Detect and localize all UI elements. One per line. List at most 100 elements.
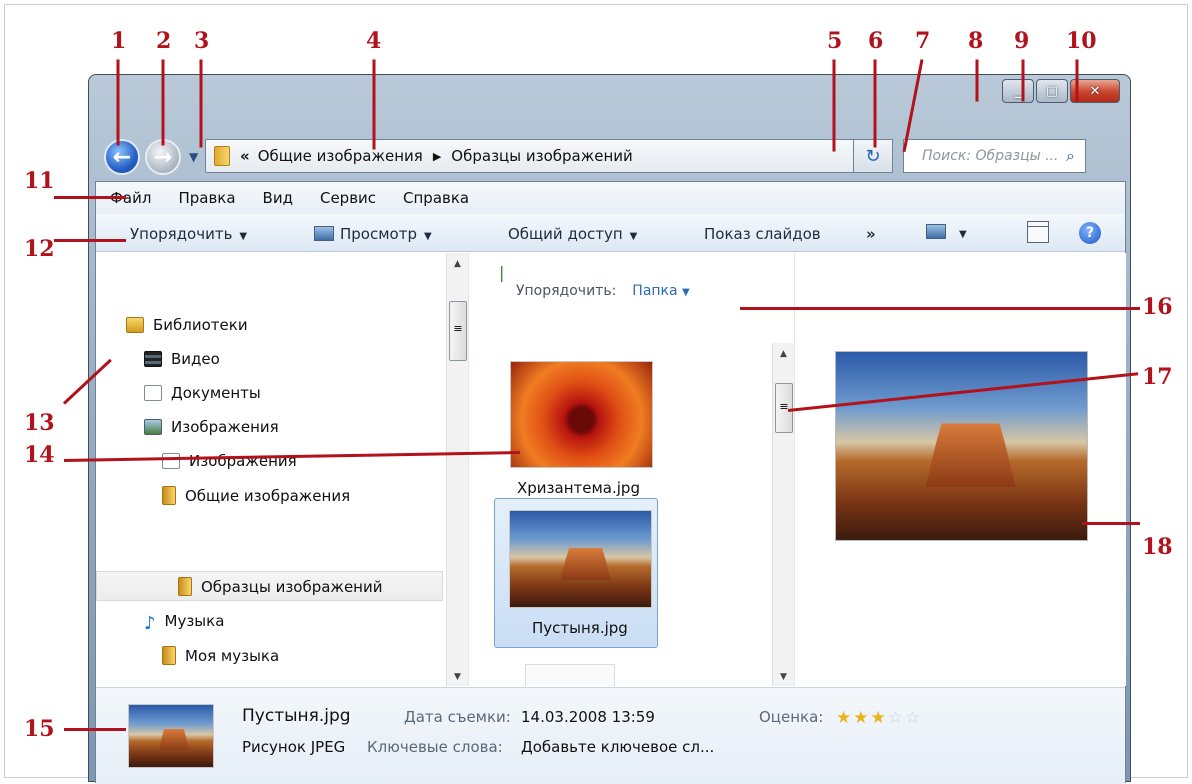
arrange-label: Упорядочить: <box>516 283 617 299</box>
search-icon[interactable]: ⌕ <box>1066 146 1075 166</box>
chevron-down-icon: ▼ <box>959 229 967 240</box>
callout-14: 14 <box>24 442 55 468</box>
menu-view[interactable]: Вид <box>263 189 293 207</box>
details-file-type: Рисунок JPEG <box>242 738 346 756</box>
pointer-line-12 <box>54 239 126 242</box>
tree-item-label: Образцы изображений <box>201 577 383 596</box>
tree-item-libraries[interactable]: Библиотеки <box>126 316 248 334</box>
file-name-chrysanthemum[interactable]: Хризантема.jpg <box>517 479 640 497</box>
arrange-by-dropdown[interactable]: Папка ▼ <box>632 283 689 299</box>
pictures-icon <box>144 419 162 435</box>
forward-arrow-icon: → <box>153 144 173 170</box>
callout-13: 13 <box>24 410 55 436</box>
breadcrumb-separator-icon[interactable]: ▶ <box>433 150 441 163</box>
star-icon[interactable]: ☆ <box>905 708 922 728</box>
pointer-line-3 <box>199 59 203 148</box>
views-icon <box>926 224 946 239</box>
music-icon: ♪ <box>144 613 156 634</box>
callout-5: 5 <box>827 28 843 54</box>
scroll-up-arrow-icon[interactable]: ▲ <box>447 259 468 269</box>
arrange-by: Упорядочить: Папка ▼ <box>516 283 690 299</box>
pointer-line-9 <box>1021 59 1025 102</box>
scroll-down-arrow-icon[interactable]: ▼ <box>447 672 468 682</box>
folder-icon <box>162 646 176 665</box>
slideshow-button[interactable]: Показ слайдов <box>704 225 821 243</box>
callout-18: 18 <box>1142 534 1173 560</box>
next-file-thumbnail[interactable] <box>525 664 615 686</box>
star-icon[interactable]: ★ <box>871 708 888 728</box>
rating-stars[interactable]: ★★★☆☆ <box>836 708 922 728</box>
callout-17: 17 <box>1142 364 1173 390</box>
preview-pane-button[interactable] <box>1027 221 1049 243</box>
chevron-down-icon: ▼ <box>423 231 432 242</box>
pointer-line-4 <box>372 59 376 150</box>
back-arrow-icon: ← <box>112 144 132 170</box>
address-overflow-chevron[interactable]: « <box>240 147 250 165</box>
star-icon[interactable]: ☆ <box>888 708 905 728</box>
arrange-value: Папка <box>632 283 678 299</box>
tree-item-pictures[interactable]: Изображения <box>144 418 279 436</box>
scroll-down-arrow-icon[interactable]: ▼ <box>773 672 794 682</box>
tree-item-video[interactable]: Видео <box>144 350 220 368</box>
maximize-button[interactable]: □ <box>1036 79 1068 103</box>
callout-8: 8 <box>968 28 984 54</box>
chevron-down-icon: ▼ <box>239 231 248 242</box>
pointer-line-5 <box>832 59 836 152</box>
tree-item-label: Библиотеки <box>153 316 248 334</box>
scroll-up-arrow-icon[interactable]: ▲ <box>773 349 794 359</box>
more-commands-button[interactable]: » <box>866 225 876 243</box>
tree-item-shared-pictures[interactable]: Общие изображения <box>162 486 350 505</box>
details-file-name: Пустыня.jpg <box>242 706 351 726</box>
pointer-line-16 <box>740 307 1140 310</box>
refresh-icon: ↻ <box>865 145 881 167</box>
callout-9: 9 <box>1014 28 1030 54</box>
star-icon[interactable]: ★ <box>853 708 870 728</box>
scroll-thumb[interactable]: ≡ <box>449 301 467 361</box>
file-list-pane: | Упорядочить: Папка ▼ Хризантема.jpg Пус… <box>468 253 794 686</box>
tree-item-label: Изображения <box>171 418 279 436</box>
change-view-button[interactable]: ▼ <box>926 223 967 241</box>
back-button[interactable]: ← <box>104 139 140 175</box>
mesa-shape <box>560 547 611 581</box>
help-icon[interactable]: ? <box>1079 222 1101 244</box>
address-bar[interactable]: « Общие изображения ▶ Образцы изображени… <box>205 139 875 173</box>
folder-icon <box>162 486 176 505</box>
search-input[interactable]: Поиск: Образцы ... ⌕ <box>903 139 1086 173</box>
organize-label: Упорядочить <box>130 225 233 243</box>
recent-pages-dropdown[interactable]: ▼ <box>189 150 198 164</box>
callout-7: 7 <box>915 28 931 54</box>
pointer-line-8 <box>975 59 979 102</box>
tree-item-documents[interactable]: Документы <box>144 384 261 402</box>
details-keywords-label: Ключевые слова: <box>367 738 503 756</box>
callout-10: 10 <box>1066 28 1097 54</box>
tree-item-sample-pictures[interactable]: Образцы изображений <box>178 577 382 596</box>
star-icon[interactable]: ★ <box>836 708 853 728</box>
organize-button[interactable]: Упорядочить ▼ <box>130 225 247 243</box>
navigation-scrollbar[interactable]: ▲ ≡ ▼ <box>446 253 468 686</box>
callout-1: 1 <box>111 28 127 54</box>
details-date-value[interactable]: 14.03.2008 13:59 <box>521 708 655 726</box>
pointer-line-2 <box>161 59 165 146</box>
mesa-shape <box>158 728 190 750</box>
chevron-down-icon: ▼ <box>682 287 690 298</box>
menu-edit[interactable]: Правка <box>178 189 235 207</box>
tree-item-music-root[interactable]: ♪ Музыка <box>144 612 224 634</box>
view-button[interactable]: Просмотр ▼ <box>314 225 432 243</box>
group-header-glyph: | <box>499 263 505 282</box>
details-keywords-value[interactable]: Добавьте ключевое сл... <box>521 738 714 756</box>
thumbnail-desert[interactable] <box>509 510 652 608</box>
search-placeholder: Поиск: Образцы ... <box>922 148 1059 164</box>
file-list-scrollbar[interactable]: ▲ ≡ ▼ <box>772 343 794 686</box>
thumbnail-chrysanthemum[interactable] <box>510 361 653 468</box>
menu-help[interactable]: Справка <box>403 189 469 207</box>
tree-item-label: Общие изображения <box>185 486 351 505</box>
file-name-desert[interactable]: Пустыня.jpg <box>532 619 628 637</box>
minimize-button[interactable]: _ <box>1002 79 1034 103</box>
breadcrumb-shared-pictures[interactable]: Общие изображения <box>258 147 423 165</box>
breadcrumb-sample-pictures[interactable]: Образцы изображений <box>451 147 632 165</box>
share-button[interactable]: Общий доступ ▼ <box>508 225 637 243</box>
menu-tools[interactable]: Сервис <box>320 189 376 207</box>
tree-item-my-music[interactable]: Моя музыка <box>162 646 279 665</box>
callout-2: 2 <box>156 28 172 54</box>
folder-icon <box>178 577 192 596</box>
